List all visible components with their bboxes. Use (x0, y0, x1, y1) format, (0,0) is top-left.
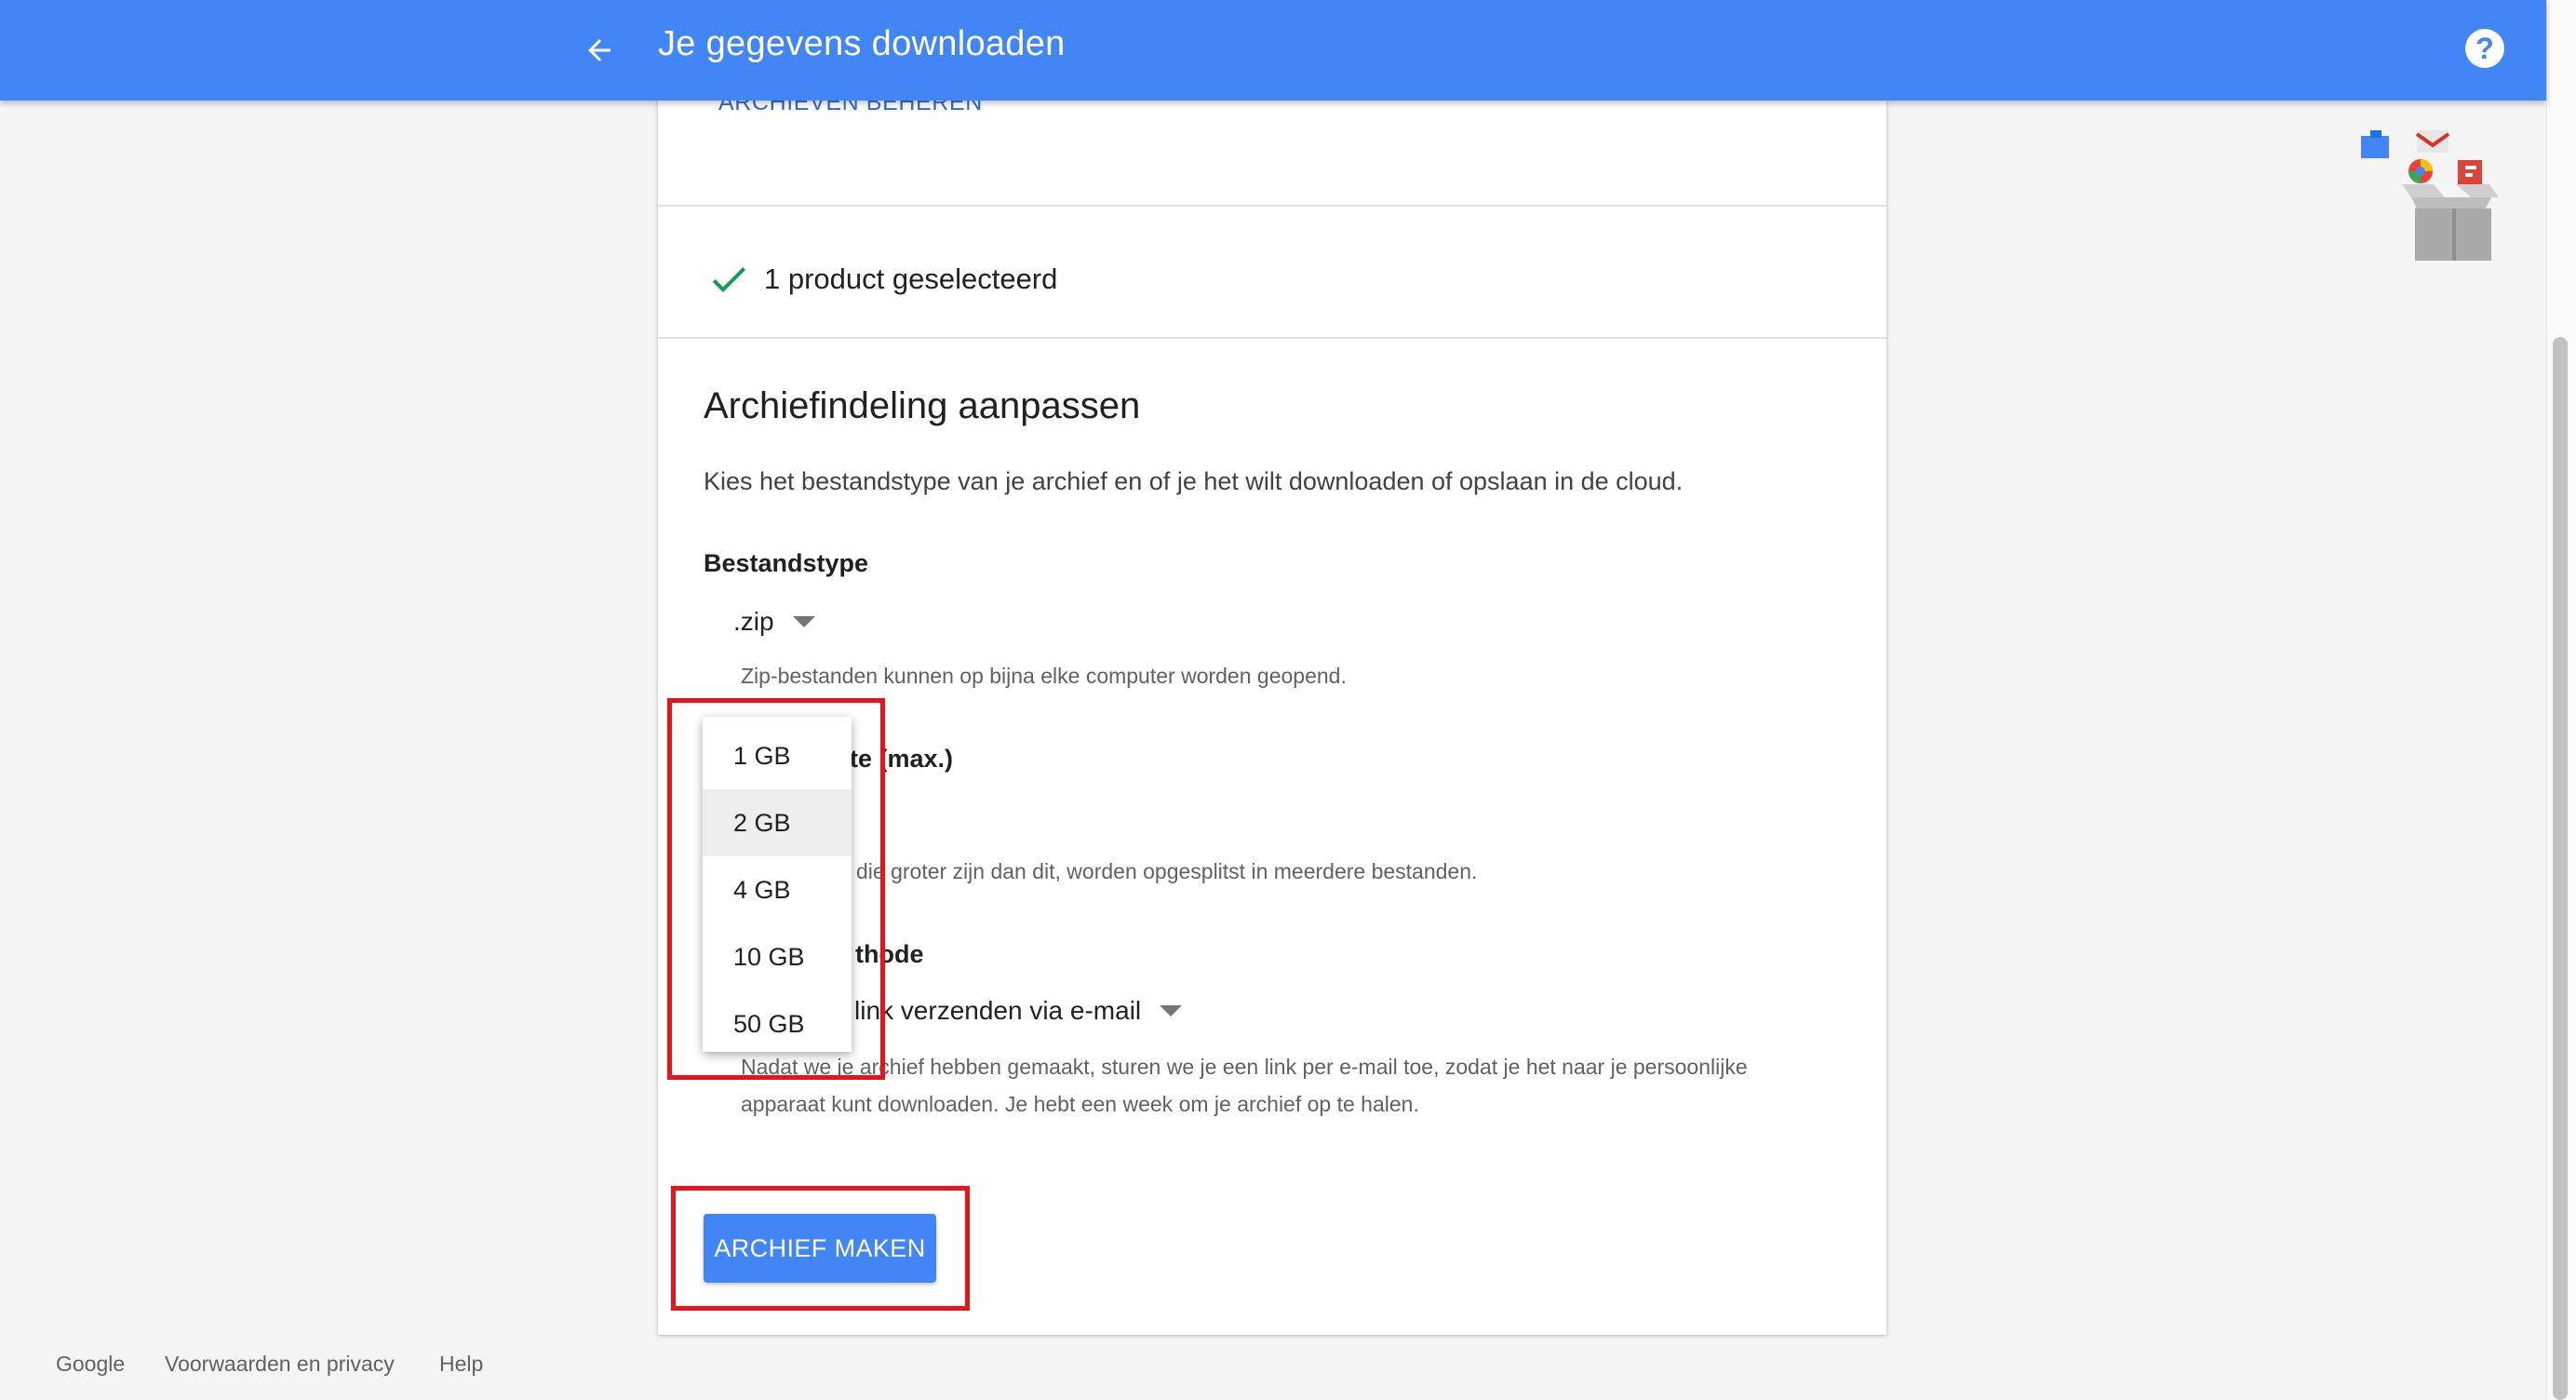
archive-size-label: te (max.) (850, 745, 954, 773)
menu-item-1gb[interactable]: 1 GB (703, 722, 852, 789)
archive-card: ARCHIEVEN BEHEREN 1 product geselecteerd… (658, 65, 2499, 1335)
file-type-select[interactable]: .zip (733, 607, 815, 637)
delivery-method-helper-line1: Nadat we je archief hebben gemaakt, stur… (741, 1055, 1748, 1079)
section-description: Kies het bestandstype van je archief en … (704, 467, 1684, 495)
back-button[interactable] (577, 28, 622, 73)
menu-item-10gb[interactable]: 10 GB (703, 923, 852, 990)
footer-link-help[interactable]: Help (439, 1352, 483, 1377)
arrow-back-icon (588, 39, 610, 61)
divider (658, 337, 1886, 339)
help-icon[interactable]: ? (2465, 29, 2504, 68)
file-type-value: .zip (733, 607, 774, 636)
page: Je gegevens downloaden ? ARCHIEVEN BEHER… (0, 0, 2576, 1400)
google-products-icon (2361, 130, 2499, 261)
checkmark-icon (712, 267, 745, 292)
chevron-down-icon (1160, 1005, 1183, 1016)
menu-item-4gb[interactable]: 4 GB (703, 856, 852, 923)
file-type-label: Bestandstype (704, 549, 869, 577)
menu-item-50gb[interactable]: 50 GB (703, 990, 852, 1057)
footer-link-google[interactable]: Google (56, 1352, 125, 1377)
create-archive-button[interactable]: ARCHIEF MAKEN (704, 1214, 936, 1283)
archive-size-helper: die groter zijn dan dit, worden opgespli… (856, 859, 1478, 883)
app-bar: Je gegevens downloaden ? (0, 0, 2546, 101)
divider (658, 205, 1886, 207)
file-type-helper: Zip-bestanden kunnen op bijna elke compu… (741, 664, 1347, 688)
delivery-method-helper-line2: apparaat kunt downloaden. Je hebt een we… (741, 1092, 1419, 1116)
delivery-method-select[interactable]: link verzenden via e-mail (854, 996, 1183, 1026)
selected-products-text: 1 product geselecteerd (764, 262, 1058, 295)
archive-size-menu: 1 GB 2 GB 4 GB 10 GB 50 GB (703, 717, 852, 1052)
page-title: Je gegevens downloaden (658, 24, 1066, 63)
delivery-method-label: thode (855, 940, 924, 968)
delivery-method-value: link verzenden via e-mail (854, 996, 1142, 1025)
chevron-down-icon (792, 616, 815, 627)
menu-item-2gb[interactable]: 2 GB (703, 789, 852, 856)
selected-products-row[interactable]: 1 product geselecteerd (706, 251, 1057, 307)
footer-link-terms-privacy[interactable]: Voorwaarden en privacy (165, 1352, 395, 1377)
section-title: Archiefindeling aanpassen (704, 385, 1141, 426)
scrollbar-thumb[interactable] (2553, 337, 2568, 1400)
